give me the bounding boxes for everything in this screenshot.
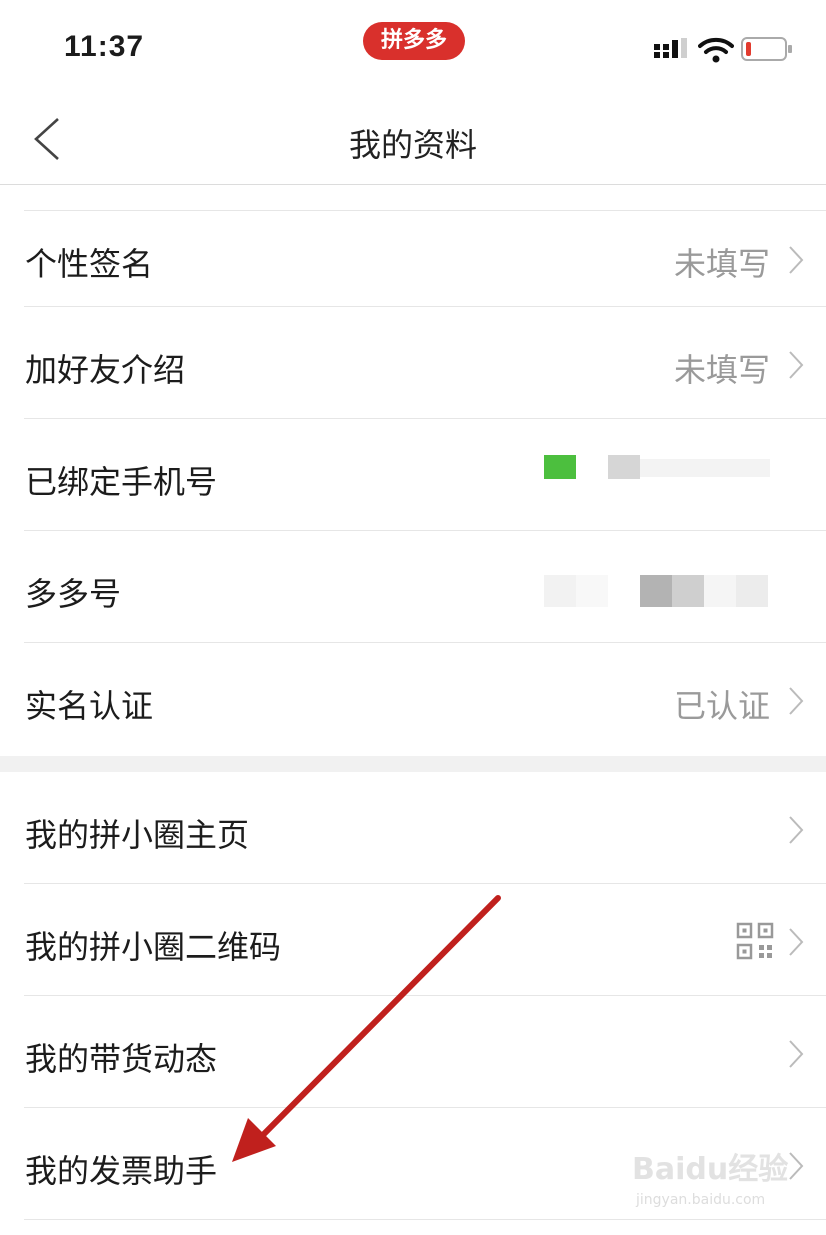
row-sales-feed[interactable]: 我的带货动态 <box>0 996 826 1108</box>
app-badge: 拼多多 <box>363 22 465 60</box>
wifi-icon <box>698 37 734 63</box>
section-gap <box>0 756 826 772</box>
page-title: 我的资料 <box>348 126 477 164</box>
row-label: 我的拼小圈二维码 <box>25 928 282 966</box>
chevron-right-icon <box>789 351 804 379</box>
row-real-name[interactable]: 实名认证 已认证 <box>0 643 826 755</box>
blurred-value <box>672 575 704 607</box>
row-label: 多多号 <box>25 575 122 613</box>
row-value: 未填写 <box>673 245 770 283</box>
row-value: 未填写 <box>673 351 770 389</box>
chevron-right-icon <box>789 246 804 274</box>
blurred-value <box>544 455 576 479</box>
chevron-right-icon <box>789 816 804 844</box>
blurred-value <box>704 575 736 607</box>
battery-icon <box>741 37 792 61</box>
blurred-value <box>640 459 770 477</box>
row-signature[interactable]: 个性签名 未填写 <box>0 211 826 307</box>
status-bar: 11:37 拼多多 <box>0 0 826 92</box>
row-label: 加好友介绍 <box>25 351 186 389</box>
row-label: 我的拼小圈主页 <box>25 816 250 854</box>
row-label: 个性签名 <box>25 245 154 283</box>
blurred-value <box>608 455 640 479</box>
chevron-right-icon <box>789 928 804 956</box>
row-phone[interactable]: 已绑定手机号 <box>0 419 826 531</box>
watermark-text: Baidu经验 <box>632 1152 789 1187</box>
row-label: 我的带货动态 <box>25 1040 218 1078</box>
row-label: 实名认证 <box>25 687 154 725</box>
watermark: Baidu经验 jingyan.baidu.com <box>632 1140 792 1220</box>
watermark-url: jingyan.baidu.com <box>636 1192 766 1208</box>
row-duoduo-id[interactable]: 多多号 <box>0 531 826 643</box>
row-label: 已绑定手机号 <box>25 463 218 501</box>
row-circle-home[interactable]: 我的拼小圈主页 <box>0 772 826 884</box>
qr-code-icon <box>736 922 774 960</box>
row-circle-qrcode[interactable]: 我的拼小圈二维码 <box>0 884 826 996</box>
chevron-right-icon <box>789 687 804 715</box>
blurred-value <box>736 575 768 607</box>
chevron-right-icon <box>789 1040 804 1068</box>
row-value: 已认证 <box>673 687 770 725</box>
row-label: 我的发票助手 <box>25 1152 218 1190</box>
row-friend-intro[interactable]: 加好友介绍 未填写 <box>0 307 826 419</box>
signal-icon <box>654 38 687 58</box>
blurred-value <box>640 575 672 607</box>
blurred-value <box>576 575 608 607</box>
blurred-value <box>544 575 576 607</box>
nav-bar: 我的资料 <box>0 92 826 185</box>
status-time: 11:37 <box>64 30 145 63</box>
